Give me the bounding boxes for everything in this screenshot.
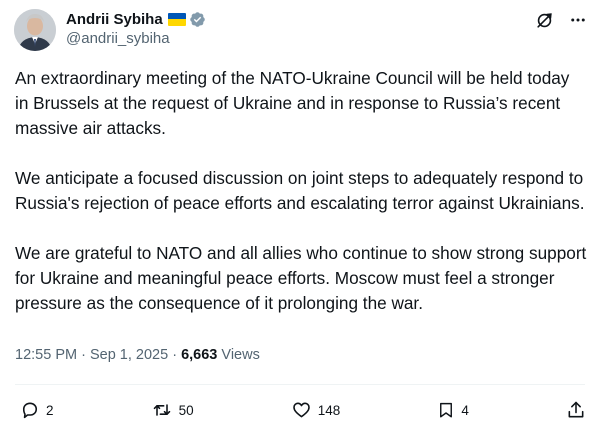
views-count: 6,663 [181,347,218,363]
reply-button[interactable]: 2 [20,400,54,420]
heart-icon [292,402,310,418]
tweet-paragraph: An extraordinary meeting of the NATO-Ukr… [15,68,570,138]
tweet-top-actions [534,10,588,30]
bookmark-count: 4 [461,402,469,418]
tweet-actions-bar: 2 50 148 4 [20,399,586,421]
tweet-text: An extraordinary meeting of the NATO-Ukr… [15,66,587,341]
bookmark-button[interactable]: 4 [437,400,469,420]
author-name-row: Andrii Sybiha [66,9,206,29]
like-button[interactable]: 148 [291,400,341,420]
repost-icon [153,404,170,416]
share-button[interactable] [566,400,586,420]
repost-button[interactable]: 50 [151,400,194,420]
divider [15,384,585,385]
verified-badge-icon[interactable] [189,11,206,28]
views-label: Views [221,347,260,363]
avatar-photo [14,9,56,51]
share-icon [568,401,584,418]
tweet-paragraph: We are grateful to NATO and all allies w… [15,243,587,313]
reply-icon [22,402,38,419]
author-name[interactable]: Andrii Sybiha [66,11,163,28]
tweet-paragraph: We anticipate a focused discussion on jo… [15,168,585,213]
ukraine-flag-icon [167,12,186,26]
tweet-meta: 12:55 PM · Sep 1, 2025 · 6,663 Views [15,347,260,363]
like-count: 148 [317,402,341,418]
tweet-time[interactable]: 12:55 PM [15,347,77,363]
bookmark-icon [440,402,453,418]
grok-icon[interactable] [534,10,554,30]
author-handle[interactable]: @andrii_sybiha [66,30,170,47]
tweet-date[interactable]: Sep 1, 2025 [90,347,168,363]
meta-separator: · [81,347,90,363]
avatar[interactable] [14,9,56,51]
meta-separator: · [172,347,182,363]
reply-count: 2 [46,402,54,418]
repost-count: 50 [178,402,194,418]
more-options-icon[interactable] [568,10,588,30]
